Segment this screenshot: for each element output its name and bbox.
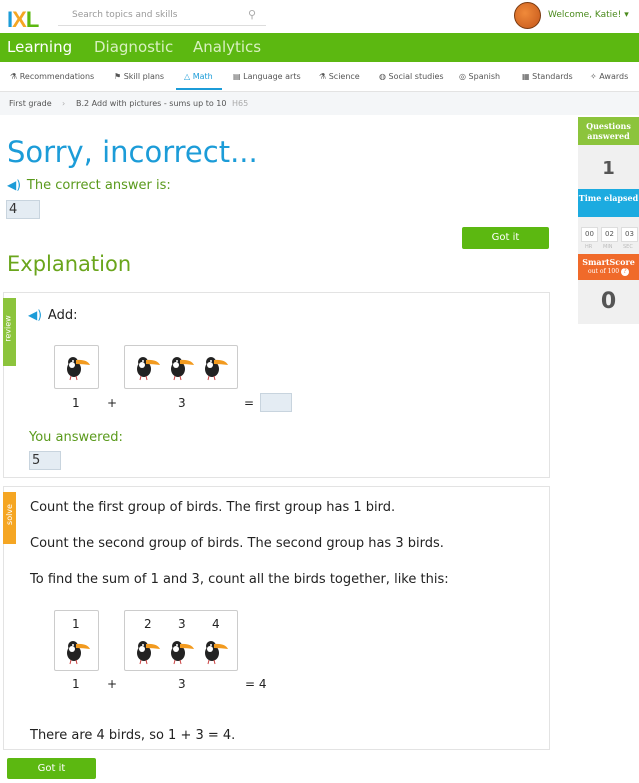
tab-standards[interactable]: ▦ Standards xyxy=(522,72,573,81)
got-it-button[interactable]: Got it xyxy=(462,227,549,249)
solve-step-2: Count the second group of birds. The sec… xyxy=(30,536,444,551)
tab-skill-plans[interactable]: ⚑ Skill plans xyxy=(114,72,164,81)
nav-learning[interactable]: Learning xyxy=(7,38,72,56)
add-label: ◀) Add: xyxy=(28,308,78,323)
timer-hours: 00 xyxy=(581,227,598,242)
user-answer-box: 5 xyxy=(29,451,61,470)
solve-step-3: To find the sum of 1 and 3, count all th… xyxy=(30,572,449,587)
questions-answered-label: Questions answered xyxy=(578,117,639,145)
tab-social-studies[interactable]: ◍ Social studies xyxy=(379,72,444,81)
tab-recommendations[interactable]: ⚗ Recommendations xyxy=(10,72,94,81)
bird-group-2: 2 3 4 xyxy=(124,610,238,671)
help-icon[interactable]: ? xyxy=(620,268,629,276)
toucan-icon xyxy=(136,356,229,381)
smartscore-header: SmartScore out of 100 ? xyxy=(578,254,639,280)
timer-hr-label: HR xyxy=(585,244,593,250)
user-menu[interactable]: Welcome, Katie! ▾ xyxy=(548,10,629,20)
chevron-right-icon: › xyxy=(62,99,66,108)
got-it-bottom-button[interactable]: Got it xyxy=(7,758,96,779)
addend-1: 1 xyxy=(72,677,80,691)
explanation-title: Explanation xyxy=(7,252,132,276)
empty-answer-box xyxy=(260,393,292,412)
review-tab: review xyxy=(3,298,16,366)
smartscore-value: 0 xyxy=(600,289,617,314)
feedback-title: Sorry, incorrect... xyxy=(7,135,258,169)
speaker-icon[interactable]: ◀) xyxy=(7,178,21,192)
solve-conclusion: There are 4 birds, so 1 + 3 = 4. xyxy=(30,728,236,743)
count-label: 2 xyxy=(144,617,152,631)
search-placeholder: Search topics and skills xyxy=(72,10,178,20)
tab-math[interactable]: △ Math xyxy=(184,72,213,81)
sum-result: = 4 xyxy=(245,677,267,691)
tab-spanish[interactable]: ◎ Spanish xyxy=(459,72,500,81)
bird-group-2 xyxy=(124,345,238,389)
stats-sidebar: Questions answered 1 Time elapsed SmartS… xyxy=(578,117,639,324)
bird-group-1 xyxy=(54,345,99,389)
solve-tab: solve xyxy=(3,492,16,544)
tab-awards[interactable]: ✧ Awards xyxy=(590,72,628,81)
plus-sign: + xyxy=(107,677,118,691)
active-tab-indicator xyxy=(176,88,222,90)
search-input[interactable]: Search topics and skills ⚲ xyxy=(58,8,266,26)
time-elapsed-label: Time elapsed xyxy=(578,189,639,217)
correct-answer-label: ◀) The correct answer is: xyxy=(7,178,171,193)
breadcrumb-skill: B.2 Add with pictures - sums up to 10 xyxy=(76,99,227,108)
welcome-text: Welcome, Katie! xyxy=(548,10,622,20)
bird-group-1: 1 xyxy=(54,610,99,671)
breadcrumb: First grade › B.2 Add with pictures - su… xyxy=(0,92,639,115)
timer-minutes: 02 xyxy=(601,227,618,242)
timer-seconds: 03 xyxy=(621,227,638,242)
search-icon[interactable]: ⚲ xyxy=(248,8,256,21)
toucan-icon xyxy=(61,352,91,382)
timer-min-label: MIN xyxy=(603,244,613,250)
solve-step-1: Count the first group of birds. The firs… xyxy=(30,500,396,515)
tab-science[interactable]: ⚗ Science xyxy=(319,72,360,81)
subject-nav: ⚗ Recommendations ⚑ Skill plans △ Math ▤… xyxy=(0,62,639,92)
addend-1: 1 xyxy=(72,396,80,410)
toucan-icon xyxy=(136,640,229,665)
count-label: 1 xyxy=(72,617,80,631)
tab-language-arts[interactable]: ▤ Language arts xyxy=(233,72,301,81)
breadcrumb-grade[interactable]: First grade xyxy=(9,99,52,108)
review-panel: ◀) Add: 1 + 3 = You answered: 5 xyxy=(3,292,550,478)
timer-sec-label: SEC xyxy=(623,244,633,250)
you-answered-label: You answered: xyxy=(29,430,123,445)
addend-2: 3 xyxy=(178,396,186,410)
nav-analytics[interactable]: Analytics xyxy=(193,38,261,56)
main-nav: Learning Diagnostic Analytics xyxy=(0,33,639,62)
chevron-down-icon: ▾ xyxy=(624,10,629,20)
solve-panel: Count the first group of birds. The firs… xyxy=(3,486,550,750)
avatar[interactable] xyxy=(514,2,541,29)
nav-diagnostic[interactable]: Diagnostic xyxy=(94,38,173,56)
skill-code: H65 xyxy=(232,99,249,108)
count-label: 3 xyxy=(178,617,186,631)
ixl-logo[interactable]: IXL xyxy=(7,7,39,33)
top-header: IXL Search topics and skills ⚲ Welcome, K… xyxy=(0,0,639,33)
speaker-icon[interactable]: ◀) xyxy=(28,308,42,322)
count-label: 4 xyxy=(212,617,220,631)
addend-2: 3 xyxy=(178,677,186,691)
equals-sign: = xyxy=(244,396,255,410)
correct-answer-box: 4 xyxy=(6,200,40,219)
toucan-icon xyxy=(61,636,91,666)
questions-answered-value: 1 xyxy=(602,158,615,179)
plus-sign: + xyxy=(107,396,118,410)
